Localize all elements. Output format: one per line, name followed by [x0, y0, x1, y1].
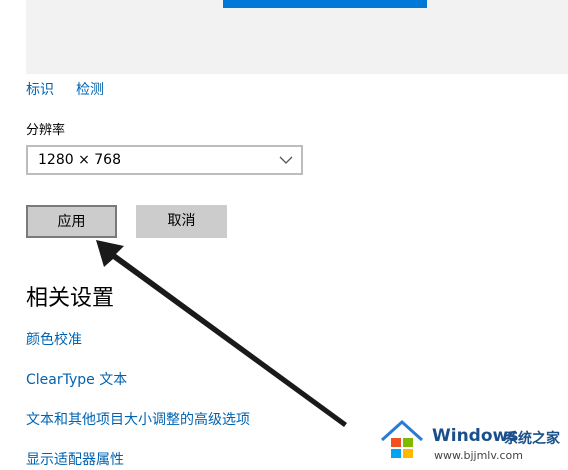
apply-button[interactable]: 应用 [26, 205, 117, 238]
watermark: Windows 系统之家 www.bjjmlv.com [378, 418, 568, 470]
related-settings-title: 相关设置 [26, 286, 115, 311]
resolution-label: 分辨率 [26, 123, 66, 138]
watermark-url: www.bjjmlv.com [434, 449, 523, 462]
cleartype-text-link[interactable]: ClearType 文本 [26, 369, 127, 389]
advanced-sizing-link[interactable]: 文本和其他项目大小调整的高级选项 [26, 409, 250, 429]
watermark-brand-cn: 系统之家 [504, 431, 560, 447]
chevron-down-icon [279, 156, 293, 164]
windows-logo-icon [380, 419, 424, 458]
color-calibration-link[interactable]: 颜色校准 [26, 329, 82, 349]
display-preview-area [26, 0, 568, 74]
monitor-tile[interactable] [223, 0, 427, 8]
adapter-properties-link[interactable]: 显示适配器属性 [26, 449, 124, 469]
detect-link[interactable]: 检测 [76, 79, 104, 99]
cancel-button[interactable]: 取消 [136, 205, 227, 238]
identify-link[interactable]: 标识 [26, 79, 54, 99]
resolution-value: 1280 × 768 [38, 152, 121, 168]
resolution-dropdown[interactable]: 1280 × 768 [26, 145, 303, 175]
